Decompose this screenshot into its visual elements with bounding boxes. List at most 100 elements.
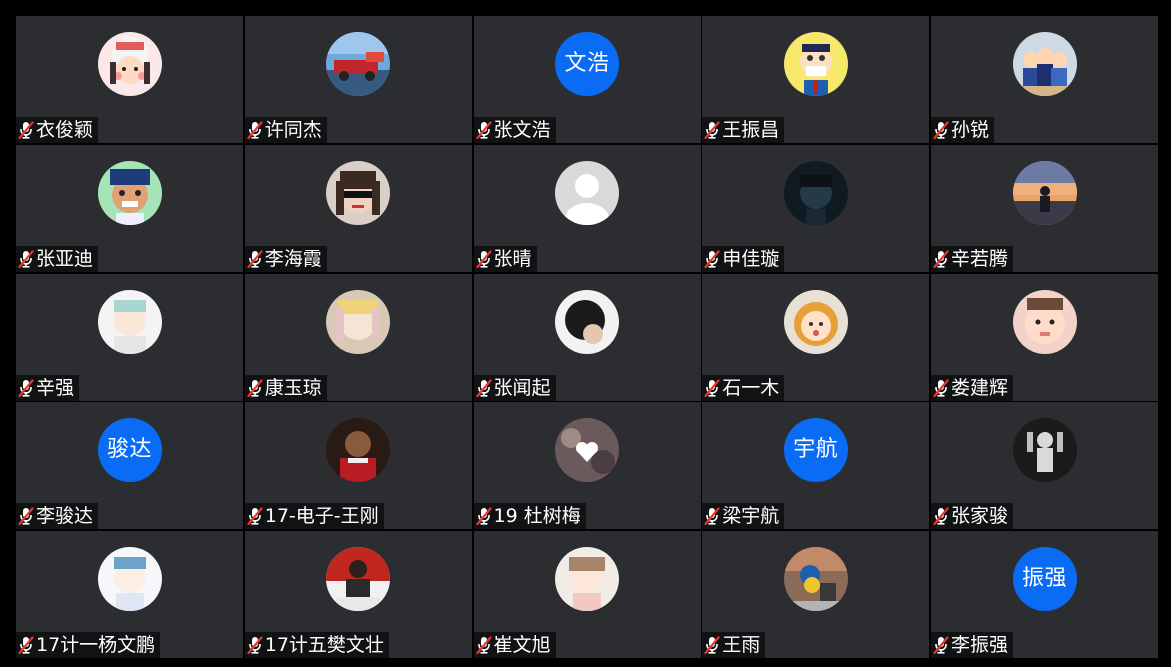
participant-tile[interactable]: 辛若腾 bbox=[931, 144, 1158, 272]
nameplate: 19 杜树梅 bbox=[473, 503, 586, 530]
initials-avatar: 宇航 bbox=[783, 418, 848, 483]
participant-name: 梁宇航 bbox=[722, 505, 780, 528]
participant-tile[interactable]: 崔文旭 bbox=[473, 531, 701, 658]
anime-boy-white-avatar bbox=[97, 289, 162, 354]
microphone-muted-icon bbox=[18, 378, 34, 397]
anime-man-mask-avatar bbox=[783, 32, 848, 96]
cartoon-girl-avatar bbox=[97, 32, 162, 96]
girl-sunglasses-avatar bbox=[326, 160, 391, 225]
participant-name: 石一木 bbox=[722, 376, 780, 399]
dark-portrait-avatar bbox=[783, 160, 848, 225]
nameplate: 辛强 bbox=[16, 374, 80, 401]
participant-tile[interactable]: 张晴 bbox=[473, 144, 701, 272]
participant-tile[interactable]: 孙锐 bbox=[931, 16, 1158, 143]
nameplate: 申佳璇 bbox=[702, 245, 785, 272]
participant-tile[interactable]: 辛强 bbox=[16, 273, 243, 401]
microphone-muted-icon bbox=[475, 250, 492, 268]
boy-red-shirt-avatar bbox=[326, 418, 391, 483]
nameplate: 娄建辉 bbox=[931, 374, 1014, 401]
red-car-sky-avatar bbox=[326, 32, 391, 96]
participant-name: 李海霞 bbox=[264, 247, 322, 270]
participant-tile[interactable]: 振强 李振强 bbox=[931, 531, 1158, 658]
nameplate: 李振强 bbox=[931, 632, 1014, 658]
microphone-muted-icon bbox=[247, 378, 263, 397]
participant-tile[interactable]: 衣俊颖 bbox=[16, 16, 243, 143]
participant-tile[interactable]: 李海霞 bbox=[244, 144, 472, 272]
participant-tile[interactable]: 张家骏 bbox=[931, 402, 1158, 530]
nameplate: 王振昌 bbox=[702, 117, 785, 143]
anime-girl-pastel-avatar bbox=[326, 289, 391, 354]
participant-tile[interactable]: 康玉琼 bbox=[244, 273, 472, 401]
participant-tile[interactable]: 申佳璇 bbox=[702, 144, 930, 272]
microphone-muted-icon bbox=[18, 636, 34, 654]
participant-name: 张文浩 bbox=[493, 119, 551, 141]
duck-toy-avatar bbox=[783, 547, 848, 611]
nameplate: 崔文旭 bbox=[473, 632, 556, 658]
microphone-muted-icon bbox=[475, 378, 492, 397]
participant-tile[interactable]: 许同杰 bbox=[244, 16, 472, 143]
spiky-hair-avatar bbox=[555, 289, 619, 354]
participant-name: 张晴 bbox=[493, 247, 532, 270]
microphone-muted-icon bbox=[933, 378, 949, 397]
participant-tile[interactable]: 骏达 李骏达 bbox=[16, 402, 243, 530]
microphone-muted-icon bbox=[247, 507, 263, 526]
participant-name: 17-电子-王刚 bbox=[264, 505, 379, 528]
microphone-muted-icon bbox=[18, 250, 34, 268]
anime-boy-smile-avatar bbox=[97, 160, 162, 225]
participant-name: 衣俊颖 bbox=[36, 119, 94, 141]
participant-name: 娄建辉 bbox=[951, 376, 1009, 399]
participant-name: 张亚迪 bbox=[36, 247, 94, 270]
microphone-muted-icon bbox=[475, 121, 492, 139]
participant-name: 19 杜树梅 bbox=[493, 505, 581, 528]
anime-girl-pink-avatar bbox=[555, 547, 619, 611]
participant-tile[interactable]: 张闻起 bbox=[473, 273, 701, 401]
microphone-muted-icon bbox=[704, 378, 720, 397]
participant-tile[interactable]: 宇航 梁宇航 bbox=[702, 402, 930, 530]
participant-name: 李振强 bbox=[951, 634, 1009, 656]
participant-tile[interactable]: 17计一杨文鹏 bbox=[16, 531, 243, 658]
participant-name: 康玉琼 bbox=[264, 376, 322, 399]
microphone-muted-icon bbox=[704, 507, 720, 526]
microphone-muted-icon bbox=[933, 636, 949, 654]
nameplate: 17计五樊文壮 bbox=[244, 632, 389, 658]
initials-avatar: 骏达 bbox=[97, 418, 162, 483]
nameplate: 辛若腾 bbox=[931, 245, 1014, 272]
participant-name: 孙锐 bbox=[951, 119, 990, 141]
microphone-muted-icon bbox=[933, 121, 949, 139]
participant-tile[interactable]: 张亚迪 bbox=[16, 144, 243, 272]
microphone-muted-icon bbox=[475, 507, 492, 526]
participant-name: 申佳璇 bbox=[722, 247, 780, 270]
participant-name: 辛若腾 bbox=[951, 247, 1009, 270]
initials-avatar: 文浩 bbox=[555, 32, 619, 96]
nameplate: 张闻起 bbox=[473, 374, 556, 401]
nameplate: 衣俊颖 bbox=[16, 117, 99, 143]
participant-name: 李骏达 bbox=[36, 505, 94, 528]
baby-face-avatar bbox=[1012, 289, 1077, 354]
nameplate: 17-电子-王刚 bbox=[244, 503, 384, 530]
nameplate: 许同杰 bbox=[244, 117, 327, 143]
nameplate: 康玉琼 bbox=[244, 374, 327, 401]
participant-name: 王振昌 bbox=[722, 119, 780, 141]
participant-tile[interactable]: 17计五樊文壮 bbox=[244, 531, 472, 658]
participant-tile[interactable]: 17-电子-王刚 bbox=[244, 402, 472, 530]
nameplate: 梁宇航 bbox=[702, 503, 785, 530]
microphone-muted-icon bbox=[704, 121, 720, 139]
microphone-muted-icon bbox=[704, 636, 720, 654]
nameplate: 17计一杨文鹏 bbox=[16, 632, 161, 658]
anime-boy-light-avatar bbox=[97, 547, 162, 611]
nameplate: 王雨 bbox=[702, 632, 766, 658]
baby-hood-avatar bbox=[783, 289, 848, 354]
participant-tile[interactable]: 文浩 张文浩 bbox=[473, 16, 701, 143]
participant-tile[interactable]: 19 杜树梅 bbox=[473, 402, 701, 530]
default-person-avatar bbox=[555, 160, 619, 225]
participant-name: 17计一杨文鹏 bbox=[36, 634, 156, 656]
participant-tile[interactable]: 石一木 bbox=[702, 273, 930, 401]
participant-tile[interactable]: 娄建辉 bbox=[931, 273, 1158, 401]
nameplate: 张晴 bbox=[473, 245, 537, 272]
participant-tile[interactable]: 王雨 bbox=[702, 531, 930, 658]
microphone-muted-icon bbox=[475, 636, 492, 654]
cartoon-group-avatar bbox=[1012, 32, 1077, 96]
nameplate: 李骏达 bbox=[16, 503, 99, 530]
participant-tile[interactable]: 王振昌 bbox=[702, 16, 930, 143]
microphone-muted-icon bbox=[933, 507, 949, 526]
